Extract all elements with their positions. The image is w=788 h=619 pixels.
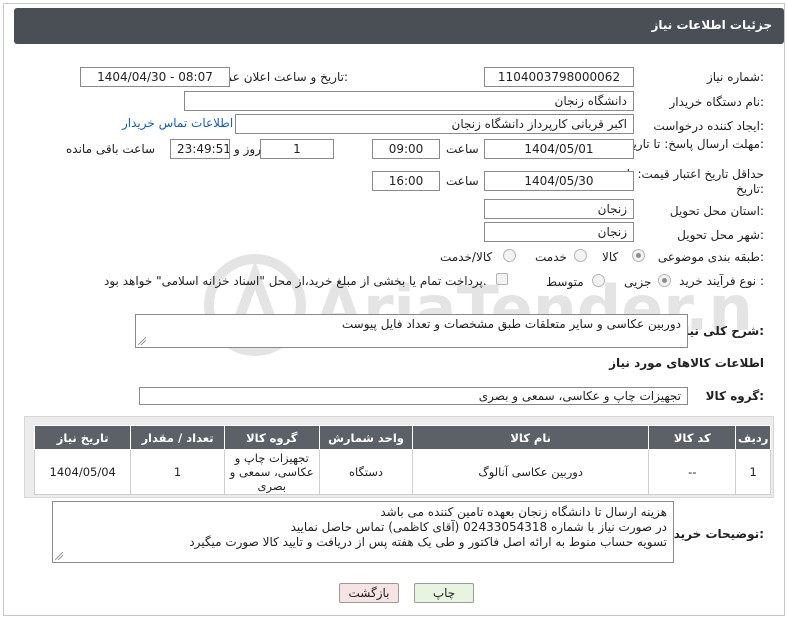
goods-group-field: تجهیزات چاپ و عکاسی، سمعی و بصری	[139, 387, 688, 405]
process-radio-minor[interactable]	[658, 274, 671, 287]
announce-field: 1404/04/30 - 08:07	[80, 67, 230, 87]
process-label: نوع فرآیند خرید :	[679, 274, 764, 288]
cell-quantity: 1	[130, 449, 225, 495]
need-number-label: شماره نیاز:	[706, 70, 764, 84]
description-label: شرح کلی نیاز:	[678, 324, 764, 338]
buyer-note-line-3: تسویه حساب منوط به ارائه اصل فاکتور و طی…	[189, 535, 667, 549]
cell-row: 1	[735, 449, 771, 495]
cell-name: دوربین عکاسی آنالوگ	[412, 449, 650, 495]
process-option-medium: متوسط	[546, 275, 584, 289]
buyer-org-field: دانشگاه زنجان	[184, 91, 634, 111]
table-row: 1 -- دوربین عکاسی آنالوگ دستگاه تجهیزات …	[33, 449, 771, 495]
buyer-notes-textarea[interactable]: هزینه ارسال تا دانشگاه زنجان بعهده تامین…	[52, 501, 674, 563]
cell-code: --	[648, 449, 737, 495]
items-table: ردیف کد کالا نام کالا واحد شمارش گروه کا…	[33, 425, 771, 495]
reply-date-field: 1404/05/01	[484, 139, 634, 159]
page-title: جزئیات اطلاعات نیاز	[651, 18, 772, 32]
price-time-field: 16:00	[372, 171, 440, 191]
category-radio-goods[interactable]	[632, 249, 645, 262]
cell-date: 1404/05/04	[33, 449, 132, 495]
payment-note: پرداخت تمام یا بخشی از مبلغ خرید،از محل …	[104, 274, 487, 288]
reply-time-label: ساعت	[446, 142, 479, 156]
process-radio-medium[interactable]	[592, 274, 605, 287]
goods-section-title: اطلاعات کالاهای مورد نیاز	[609, 356, 764, 370]
category-label: طبقه بندی موضوعی:	[657, 250, 764, 264]
goods-group-label: گروه کالا:	[705, 389, 764, 403]
need-number-field: 1104003798000062	[484, 67, 634, 87]
creator-label: ایجاد کننده درخواست:	[653, 119, 764, 133]
col-header-quantity: تعداد / مقدار	[130, 425, 225, 450]
category-option-goods: کالا	[602, 250, 619, 264]
cell-unit: دستگاه	[318, 449, 414, 495]
city-label: شهر محل تحویل:	[677, 228, 764, 242]
col-header-date: تاریخ نیاز	[33, 425, 132, 450]
header-bar: جزئیات اطلاعات نیاز	[14, 8, 784, 44]
buyer-contact-link[interactable]: اطلاعات تماس خریدار	[122, 116, 233, 130]
category-option-service: خدمت	[535, 250, 567, 264]
back-button[interactable]: بازگشت	[339, 583, 399, 603]
category-radio-both[interactable]	[503, 249, 516, 262]
col-header-name: نام کالا	[412, 425, 650, 450]
price-validity-label: حداقل تاریخ اعتبار قیمت: تا تاریخ:	[626, 167, 764, 196]
buyer-note-line-1: هزینه ارسال تا دانشگاه زنجان بعهده تامین…	[380, 505, 667, 519]
description-textarea[interactable]: دوربین عکاسی و سایر متعلقات طبق مشخصات و…	[135, 314, 688, 348]
category-option-both: کالا/خدمت	[440, 250, 493, 264]
province-field: زنجان	[484, 199, 634, 219]
buyer-notes-label: توضیحات خریدار:	[662, 527, 764, 541]
reply-deadline-label: مهلت ارسال پاسخ: تا تاریخ:	[625, 137, 764, 151]
buyer-org-label: نام دستگاه خریدار:	[669, 95, 765, 109]
city-field: زنجان	[484, 222, 634, 242]
col-header-code: کد کالا	[648, 425, 737, 450]
cell-group: تجهیزات چاپ و عکاسی، سمعی و بصری	[223, 449, 320, 495]
province-label: استان محل تحویل:	[669, 204, 764, 218]
remaining-label: ساعت باقی مانده	[66, 142, 156, 156]
col-header-row: ردیف	[735, 425, 771, 450]
days-label: روز و	[234, 142, 261, 156]
resize-grip-icon[interactable]	[55, 552, 63, 560]
treasury-payment-checkbox[interactable]	[496, 273, 508, 285]
days-count-field: 1	[260, 139, 334, 159]
print-button[interactable]: چاپ	[414, 583, 474, 603]
description-text: دوربین عکاسی و سایر متعلقات طبق مشخصات و…	[341, 317, 681, 331]
resize-grip-icon[interactable]	[138, 337, 146, 345]
buyer-note-line-2: در صورت نیاز با شماره 02433054318 (آقای …	[290, 520, 667, 534]
col-header-group: گروه کالا	[223, 425, 320, 450]
price-time-label: ساعت	[446, 174, 479, 188]
process-option-minor: جزیی	[624, 275, 652, 289]
remaining-time-field: 23:49:51	[170, 139, 230, 159]
col-header-unit: واحد شمارش	[318, 425, 414, 450]
price-date-field: 1404/05/30	[484, 171, 634, 191]
category-radio-service[interactable]	[574, 249, 587, 262]
reply-time-field: 09:00	[372, 139, 440, 159]
creator-field: اکبر قربانی کارپرداز دانشگاه زنجان	[235, 114, 634, 134]
